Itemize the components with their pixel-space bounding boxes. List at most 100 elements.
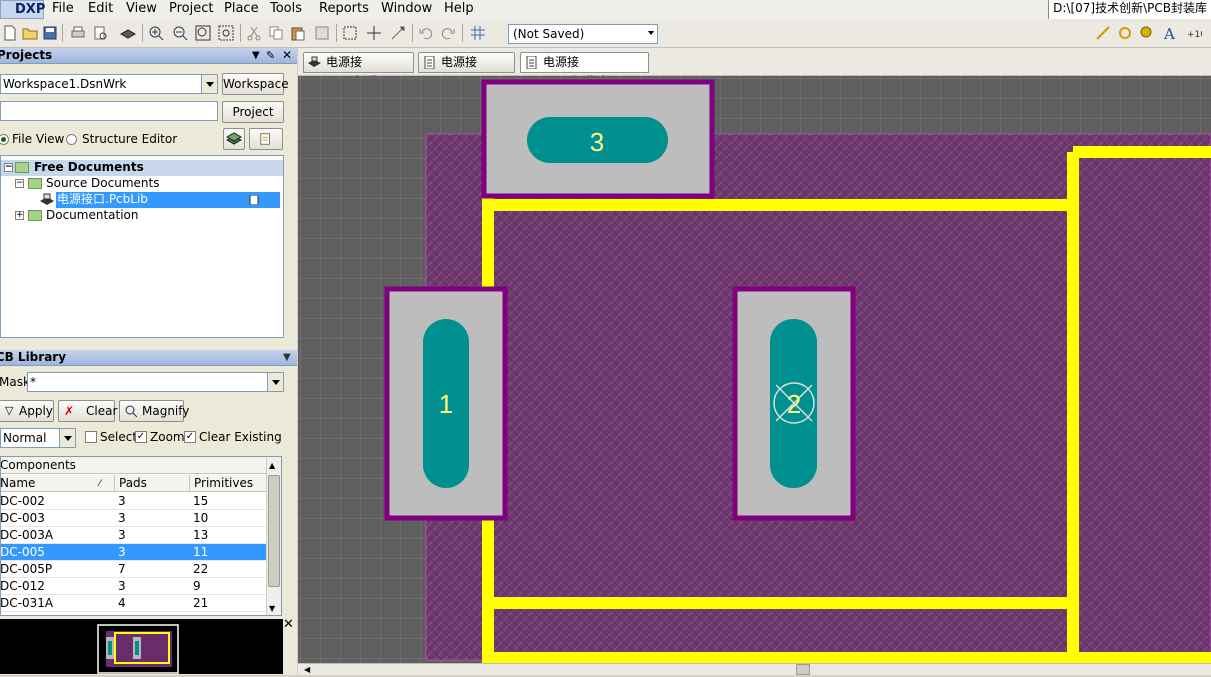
column-name[interactable]: Name [1,475,35,491]
menu-file[interactable]: File [50,0,76,19]
document-tabs-bar: 电源接口.PcbLib 电源接口.REP 电源接口.PcbLib.htm [298,48,1211,88]
layers-button[interactable] [223,128,245,150]
board-3d-icon[interactable] [120,25,136,41]
print-icon[interactable] [70,25,86,41]
move-icon[interactable] [366,25,382,41]
undo-icon[interactable] [418,25,434,41]
cell-primitives: 13 [193,528,209,542]
collapse-icon[interactable]: − [15,179,24,188]
component-row[interactable]: DC-005P 7 22 [1,561,266,578]
tree-item-documentation[interactable]: + Documentation [1,208,283,224]
pad-1-label: 1 [439,389,453,419]
deselect-icon[interactable] [390,25,406,41]
string-tool-icon[interactable]: A [1163,25,1179,41]
grid-scroll-thumb[interactable] [268,475,280,587]
clear-button[interactable]: ✗ Clear [58,400,117,422]
menu-help[interactable]: Help [442,0,476,19]
tree-item-active-pcblib[interactable]: 电源接口.PcbLib [39,192,319,208]
cell-primitives: 17 [193,612,208,615]
pin-icon[interactable]: ✎ [266,48,275,63]
grid-scrollbar[interactable]: ▲ ▼ [266,457,281,615]
grid-group-header: Components [1,457,266,474]
menu-project[interactable]: Project [167,0,215,19]
coordinate-tool-icon[interactable]: +10,10 [1186,25,1202,41]
menu-view[interactable]: View [124,0,159,19]
mask-input[interactable]: * [27,372,284,392]
menu-dxp[interactable]: DXP [0,0,45,19]
rubber-stamp-icon[interactable] [314,25,330,41]
footprint-drawing: 3 1 2 [298,76,1211,663]
clear-existing-checkbox[interactable]: ✓ [184,431,196,443]
select-area-icon[interactable] [342,25,358,41]
line-tool-icon[interactable] [1095,25,1111,41]
canvas-scroll-thumb[interactable] [796,664,810,675]
component-row[interactable]: DC-003 3 10 [1,510,266,527]
workspace-combo[interactable]: Workspace1.DsnWrk [0,74,218,94]
file-view-radio[interactable] [0,134,9,145]
panel-collapse-icon[interactable]: ▼ [283,350,291,365]
grid-icon[interactable] [470,25,486,41]
components-grid: Components Name ⁄ Pads Primitives DC-002… [0,456,282,616]
preview-close-icon[interactable]: ✕ [283,617,294,632]
component-row[interactable]: DC-002 3 15 [1,493,266,510]
magnify-button[interactable]: Magnify [119,400,189,422]
document-options-icon [260,133,270,145]
component-preview[interactable] [0,619,283,674]
document-state-combo[interactable]: (Not Saved) [508,24,658,44]
zoom-checkbox[interactable]: ✓ [135,431,147,443]
copy-icon[interactable] [268,25,284,41]
redo-icon[interactable] [440,25,456,41]
component-row[interactable]: DC-050 4 17 [1,612,266,615]
select-checkbox[interactable] [85,431,97,443]
canvas-hscrollbar[interactable]: ◀ [298,663,1211,675]
zoom-out-icon[interactable] [172,25,188,41]
collapse-icon[interactable]: − [4,163,13,172]
scroll-up-icon[interactable]: ▲ [269,461,275,470]
scroll-left-icon[interactable]: ◀ [304,665,310,674]
component-row[interactable]: DC-005 3 11 [1,544,266,561]
menu-edit[interactable]: Edit [86,0,115,19]
tab-rep[interactable]: 电源接口.REP [418,52,515,88]
tree-item-free-documents[interactable]: − Free Documents [1,160,283,176]
tab-htm[interactable]: 电源接口.PcbLib.htm [520,52,649,88]
zoom-in-icon[interactable] [148,25,164,41]
column-pads[interactable]: Pads [114,475,147,491]
new-document-icon[interactable] [2,25,18,41]
panel-menu-icon[interactable]: ▼ [252,48,260,63]
pcb-canvas[interactable]: 3 1 2 [298,76,1211,663]
component-row[interactable]: DC-012 3 9 [1,578,266,595]
pad-2[interactable]: 2 [732,286,856,521]
place-pad-icon[interactable] [1139,25,1155,41]
pad-3[interactable]: 3 [481,79,715,199]
project-button[interactable]: Project [222,101,284,123]
component-row[interactable]: DC-003A 3 13 [1,527,266,544]
pad-1[interactable]: 1 [384,286,508,521]
apply-button[interactable]: ▽ Apply [0,400,54,422]
save-icon[interactable] [42,25,58,41]
project-name-field[interactable] [0,101,218,121]
tab-pcblib[interactable]: 电源接口.PcbLib [303,52,414,88]
structure-editor-radio[interactable] [66,134,77,145]
open-folder-icon[interactable] [22,25,38,41]
scroll-down-icon[interactable]: ▼ [269,604,275,613]
component-row[interactable]: DC-031A 4 21 [1,595,266,612]
menu-window[interactable]: Window [379,0,434,19]
workspace-button[interactable]: Workspace [222,73,289,95]
tree-item-source-documents[interactable]: − Source Documents [1,176,283,192]
zoom-fit-icon[interactable] [195,25,211,41]
document-options-button[interactable] [249,128,283,150]
menu-tools[interactable]: Tools [268,0,304,19]
cell-pads: 3 [118,511,126,525]
svg-text:A: A [1163,25,1175,41]
expand-icon[interactable]: + [15,211,24,220]
arc-tool-icon[interactable] [1117,25,1133,41]
close-icon[interactable]: ✕ [282,48,292,63]
menu-place[interactable]: Place [222,0,261,19]
menu-reports[interactable]: Reports [317,0,371,19]
paste-icon[interactable] [290,25,306,41]
zoom-area-icon[interactable] [218,25,234,41]
column-primitives[interactable]: Primitives [189,475,253,491]
filter-mode-combo[interactable]: Normal [0,428,76,448]
cut-icon[interactable] [246,25,262,41]
print-preview-icon[interactable] [92,25,108,41]
